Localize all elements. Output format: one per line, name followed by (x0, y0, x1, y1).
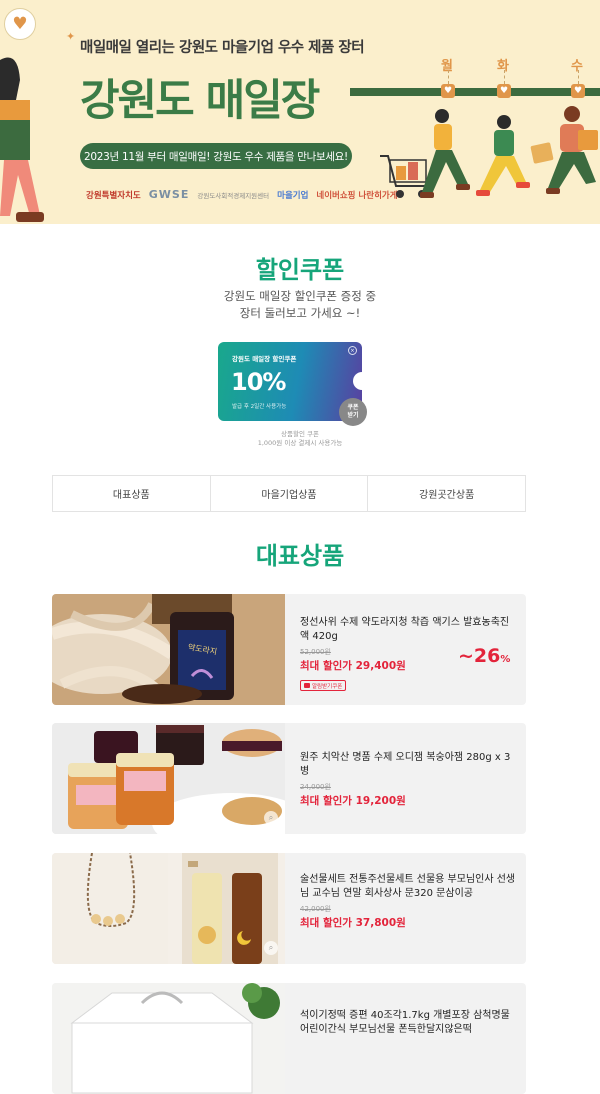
sparkle-icon: ✦ (66, 30, 76, 43)
shopper-illustration-left (0, 57, 44, 222)
heart-icon: ♥ (571, 84, 585, 98)
sale-price: 19,200원 (355, 795, 406, 807)
logo-village-enterprise: 마을기업 (277, 190, 309, 201)
alert-badge[interactable]: 알림받기쿠폰 (300, 680, 347, 691)
product-name[interactable]: 석이기정떡 증편 40조각1.7kg 개별포장 삼척명물 어린이간식 부모님선물… (300, 1009, 516, 1037)
tab-gangwon-storehouse[interactable]: 강원곳간상품 (368, 476, 525, 511)
coupon-notch (353, 372, 362, 390)
logo-gwse: GWSE (148, 188, 190, 201)
product-name[interactable]: 정선사위 수제 약도라지청 착즙 액기스 발효농축진액 420g (300, 616, 516, 644)
product-image (52, 853, 285, 964)
original-price: 24,000원 (300, 783, 331, 791)
shoppers-illustration (380, 106, 598, 198)
original-price: 42,000원 (300, 905, 331, 913)
max-discount-label: 최대 할인가 (300, 917, 352, 929)
coupon-validity: 발급 후 2일간 사용가능 (232, 404, 287, 410)
day-label-tue: 화 (497, 59, 509, 74)
zoom-icon[interactable]: ⌕ (264, 941, 278, 955)
tab-featured[interactable]: 대표상품 (53, 476, 211, 511)
heart-speech-icon: ♥ (4, 8, 36, 40)
max-discount-label: 최대 할인가 (300, 660, 352, 672)
heart-icon: ♥ (497, 84, 511, 98)
close-icon: × (348, 346, 357, 355)
banner-rail (350, 88, 600, 96)
coupon-note: 상품할인 쿠폰 1,000원 이상 결제시 사용가능 (257, 430, 343, 447)
day-label-wed: 수 (571, 59, 583, 74)
featured-section-title: 대표상품 (255, 542, 345, 570)
product-card[interactable]: 약도라지 정선사위 수제 약도라지청 착즙 액기스 발효농축진액 420g 52… (52, 594, 526, 705)
product-image (52, 723, 285, 834)
product-card[interactable]: ⌕ 술선물세트 전통주선물세트 선물용 부모님인사 선생님 교수님 연말 회사상… (52, 853, 526, 964)
product-info: 석이기정떡 증편 40조각1.7kg 개별포장 삼척명물 어린이간식 부모님선물… (300, 1009, 516, 1037)
logo-gangwon: 강원특별자치도 (86, 190, 141, 201)
day-label-mon: 월 (441, 59, 453, 74)
coupon-section-description: 강원도 매일장 할인쿠폰 증정 중 장터 둘러보고 가세요 ~! (223, 289, 377, 320)
sale-price: 29,400원 (355, 660, 406, 672)
max-discount-label: 최대 할인가 (300, 795, 352, 807)
sale-price-row: 최대 할인가 37,800원 (300, 915, 516, 930)
heart-icon: ♥ (441, 84, 455, 98)
sale-price: 37,800원 (355, 917, 406, 929)
product-info: 술선물세트 전통주선물세트 선물용 부모님인사 선생님 교수님 연말 회사상사 … (300, 873, 516, 930)
product-name[interactable]: 술선물세트 전통주선물세트 선물용 부모님인사 선생님 교수님 연말 회사상사 … (300, 873, 516, 901)
coupon-percent: 10% (231, 368, 286, 396)
tab-village-enterprise[interactable]: 마을기업상품 (211, 476, 369, 511)
product-image: 약도라지 (52, 594, 285, 705)
play-icon (304, 683, 310, 688)
logo-support-center: 강원도사회적경제지원센터 (197, 191, 270, 200)
banner-subtitle: 매일매일 열리는 강원도 마을기업 우수 제품 장터 (80, 40, 365, 56)
hero-banner[interactable]: ♥ ✦ 매일매일 열리는 강원도 마을기업 우수 제품 장터 강원도 매일장 2… (0, 0, 600, 224)
coupon-label: 강원도 매일장 할인쿠폰 (232, 355, 297, 363)
product-info: 원주 치악산 명품 수제 오디잼 복숭아잼 280g x 3병 24,000원 … (300, 751, 516, 808)
banner-pill: 2023년 11월 부터 매일매일! 강원도 우수 제품을 만나보세요! (80, 143, 352, 169)
discount-rate: ~26% (458, 645, 511, 667)
partner-logos: 강원특별자치도 GWSE 강원도사회적경제지원센터 마을기업 네이버쇼핑 나란히… (86, 188, 398, 201)
get-coupon-button[interactable]: 쿠폰 받기 (339, 398, 367, 426)
product-image (52, 983, 285, 1094)
product-card[interactable]: ⌕ 원주 치악산 명품 수제 오디잼 복숭아잼 280g x 3병 24,000… (52, 723, 526, 834)
coupon-section-title: 할인쿠폰 (255, 256, 345, 284)
sale-price-row: 최대 할인가 19,200원 (300, 793, 516, 808)
category-tabs: 대표상품 마을기업상품 강원곳간상품 (52, 475, 526, 512)
product-name[interactable]: 원주 치악산 명품 수제 오디잼 복숭아잼 280g x 3병 (300, 751, 516, 779)
banner-title: 강원도 매일장 (80, 76, 320, 126)
zoom-icon[interactable]: ⌕ (264, 811, 278, 825)
product-card[interactable]: 석이기정떡 증편 40조각1.7kg 개별포장 삼척명물 어린이간식 부모님선물… (52, 983, 526, 1094)
